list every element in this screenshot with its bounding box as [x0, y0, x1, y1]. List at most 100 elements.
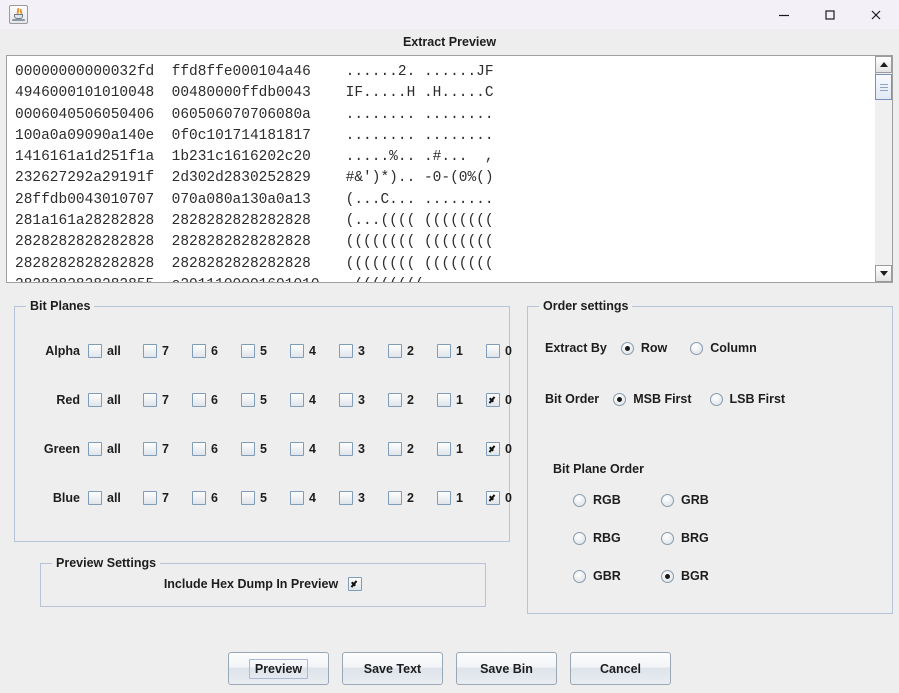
- checkbox-label: 1: [456, 393, 463, 407]
- checkbox-green-2[interactable]: [388, 442, 402, 456]
- radio-button[interactable]: [709, 392, 723, 406]
- bit-plane-cell: 5: [241, 491, 290, 505]
- button-label: Preview: [248, 658, 309, 679]
- checkbox-alpha-7[interactable]: [143, 344, 157, 358]
- order-settings-title: Order settings: [539, 297, 633, 315]
- checkbox-red-0[interactable]: [486, 393, 500, 407]
- hex-dump-line: 4946000101010048 00480000ffdb0043 IF....…: [15, 85, 494, 102]
- checkbox-label: 5: [260, 442, 267, 456]
- checkbox-green-all[interactable]: [88, 442, 102, 456]
- bit-order-option-lsb-first[interactable]: LSB First: [709, 392, 785, 406]
- checkbox-alpha-5[interactable]: [241, 344, 255, 358]
- checkbox-green-0[interactable]: [486, 442, 500, 456]
- checkbox-green-1[interactable]: [437, 442, 451, 456]
- checkbox-alpha-1[interactable]: [437, 344, 451, 358]
- extract-by-option-column[interactable]: Column: [690, 341, 757, 355]
- dialog-title: Extract Preview: [0, 29, 899, 54]
- checkbox-blue-5[interactable]: [241, 491, 255, 505]
- checkbox-alpha-all[interactable]: [88, 344, 102, 358]
- radio-button[interactable]: [573, 569, 586, 583]
- scrollbar-track[interactable]: [875, 100, 892, 265]
- checkbox-red-2[interactable]: [388, 393, 402, 407]
- scroll-up-icon[interactable]: [875, 56, 892, 73]
- bit-plane-order-option-rgb[interactable]: RGB: [573, 493, 661, 507]
- checkbox-alpha-6[interactable]: [192, 344, 206, 358]
- preview-button[interactable]: Preview: [228, 652, 329, 685]
- scroll-down-icon[interactable]: [875, 265, 892, 282]
- radio-button[interactable]: [573, 493, 586, 507]
- checkbox-blue-0[interactable]: [486, 491, 500, 505]
- checkbox-label: 7: [162, 344, 169, 358]
- checkbox-label: 4: [309, 442, 316, 456]
- save-text-button[interactable]: Save Text: [342, 652, 443, 685]
- minimize-button[interactable]: [761, 0, 807, 29]
- bit-plane-order-option-rbg[interactable]: RBG: [573, 531, 661, 545]
- maximize-button[interactable]: [807, 0, 853, 29]
- bit-plane-cell: 7: [143, 393, 192, 407]
- radio-button[interactable]: [573, 531, 586, 545]
- radio-button[interactable]: [690, 341, 704, 355]
- radio-button[interactable]: [620, 341, 634, 355]
- checkbox-label: all: [107, 491, 121, 505]
- bit-plane-order-option-brg[interactable]: BRG: [661, 531, 749, 545]
- checkbox-red-6[interactable]: [192, 393, 206, 407]
- radio-button[interactable]: [661, 569, 674, 583]
- hex-dump-line: 2828282828282855 e2011100001601010 (((((…: [15, 275, 875, 282]
- scrollbar-thumb[interactable]: [875, 74, 892, 100]
- bit-plane-order-option-grb[interactable]: GRB: [661, 493, 749, 507]
- radio-label: Column: [710, 341, 757, 355]
- checkbox-blue-3[interactable]: [339, 491, 353, 505]
- checkbox-red-1[interactable]: [437, 393, 451, 407]
- checkbox-blue-7[interactable]: [143, 491, 157, 505]
- checkbox-alpha-3[interactable]: [339, 344, 353, 358]
- checkbox-green-6[interactable]: [192, 442, 206, 456]
- bit-plane-cell: 4: [290, 491, 339, 505]
- bit-plane-order-option-gbr[interactable]: GBR: [573, 569, 661, 583]
- checkbox-label: 3: [358, 442, 365, 456]
- checkbox-label: 0: [505, 442, 512, 456]
- hex-dump-scrollbar[interactable]: [875, 56, 892, 282]
- radio-button[interactable]: [661, 531, 674, 545]
- save-bin-button[interactable]: Save Bin: [456, 652, 557, 685]
- bit-order-option-msb-first[interactable]: MSB First: [613, 392, 692, 406]
- checkbox-red-7[interactable]: [143, 393, 157, 407]
- checkbox-green-7[interactable]: [143, 442, 157, 456]
- checkbox-red-all[interactable]: [88, 393, 102, 407]
- radio-button[interactable]: [613, 392, 627, 406]
- checkbox-red-3[interactable]: [339, 393, 353, 407]
- radio-label: GBR: [593, 569, 621, 583]
- extract-by-row: Extract By Row Column: [545, 341, 757, 355]
- bit-plane-order-group: RGB GRB RBG BRG GBR BGR: [573, 493, 749, 583]
- checkbox-blue-6[interactable]: [192, 491, 206, 505]
- cancel-button[interactable]: Cancel: [570, 652, 671, 685]
- radio-button[interactable]: [661, 493, 674, 507]
- order-settings-panel: Order settings Extract By Row Column Bit …: [527, 297, 893, 614]
- checkbox-alpha-4[interactable]: [290, 344, 304, 358]
- checkbox-blue-2[interactable]: [388, 491, 402, 505]
- checkbox-alpha-2[interactable]: [388, 344, 402, 358]
- hex-dump-line: 2828282828282828 2828282828282828 ((((((…: [15, 255, 494, 272]
- java-coffee-cup-icon: [9, 5, 28, 24]
- bit-plane-row-alpha: Alpha all 7 6 5 4 3 2 1 0: [14, 341, 512, 361]
- hex-dump-line: 232627292a29191f 2d302d2830252829 #&')*)…: [15, 170, 494, 187]
- checkbox-red-4[interactable]: [290, 393, 304, 407]
- checkbox-red-5[interactable]: [241, 393, 255, 407]
- close-button[interactable]: [853, 0, 899, 29]
- extract-by-option-row[interactable]: Row: [620, 341, 667, 355]
- checkbox-green-3[interactable]: [339, 442, 353, 456]
- checkbox-blue-all[interactable]: [88, 491, 102, 505]
- checkbox-blue-1[interactable]: [437, 491, 451, 505]
- checkbox-blue-4[interactable]: [290, 491, 304, 505]
- include-hex-dump-checkbox[interactable]: [348, 577, 363, 591]
- checkbox-green-4[interactable]: [290, 442, 304, 456]
- preview-settings-title: Preview Settings: [52, 554, 161, 572]
- checkbox-alpha-0[interactable]: [486, 344, 500, 358]
- checkbox-label: 7: [162, 393, 169, 407]
- checkbox-green-5[interactable]: [241, 442, 255, 456]
- include-hex-dump-row: Include Hex Dump In Preview: [40, 577, 486, 591]
- hex-dump-text-area[interactable]: 00000000000032fd ffd8ffe000104a46 ......…: [7, 56, 875, 282]
- checkbox-label: 7: [162, 442, 169, 456]
- checkbox-label: 3: [358, 344, 365, 358]
- checkbox-label: 0: [505, 344, 512, 358]
- bit-plane-order-option-bgr[interactable]: BGR: [661, 569, 749, 583]
